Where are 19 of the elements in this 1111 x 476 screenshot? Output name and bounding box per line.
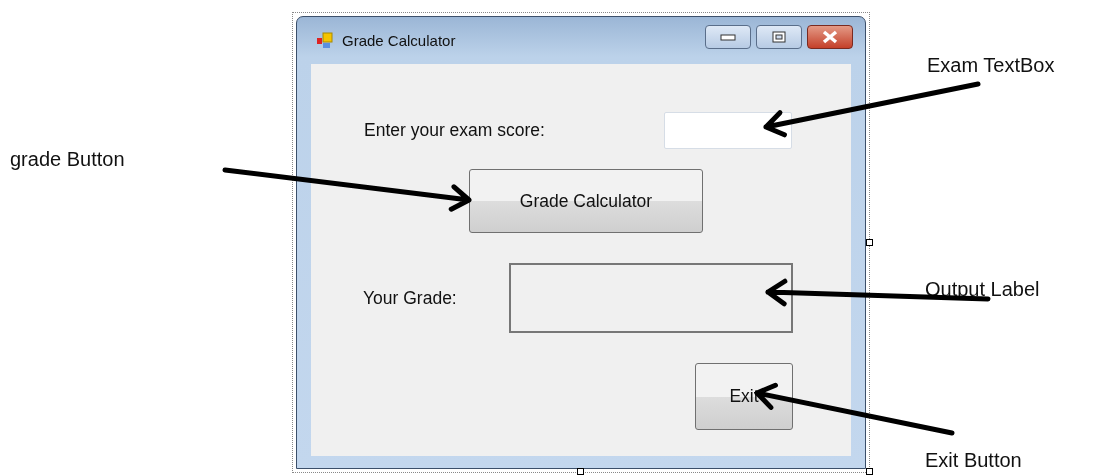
- close-icon: [822, 29, 838, 44]
- grade-label: Your Grade:: [363, 287, 457, 309]
- resize-handle[interactable]: [577, 468, 584, 475]
- calculate-button[interactable]: Grade Calculator: [469, 169, 703, 233]
- score-input[interactable]: [664, 112, 792, 149]
- resize-handle[interactable]: [866, 468, 873, 475]
- maximize-icon: [772, 30, 786, 43]
- annotation-text: Output Label: [925, 278, 1040, 301]
- minimize-icon: [720, 32, 736, 41]
- maximize-button[interactable]: [756, 24, 802, 49]
- score-label: Enter your exam score:: [364, 120, 545, 141]
- minimize-button[interactable]: [705, 24, 751, 49]
- close-button[interactable]: [807, 24, 853, 49]
- app-icon: [316, 31, 334, 50]
- annotation-text: Exit Button: [925, 449, 1022, 472]
- annotation-text: grade Button: [10, 148, 125, 171]
- annotation-text: Exam TextBox: [927, 54, 1055, 77]
- resize-handle[interactable]: [866, 239, 873, 246]
- window-title: Grade Calculator: [342, 32, 457, 49]
